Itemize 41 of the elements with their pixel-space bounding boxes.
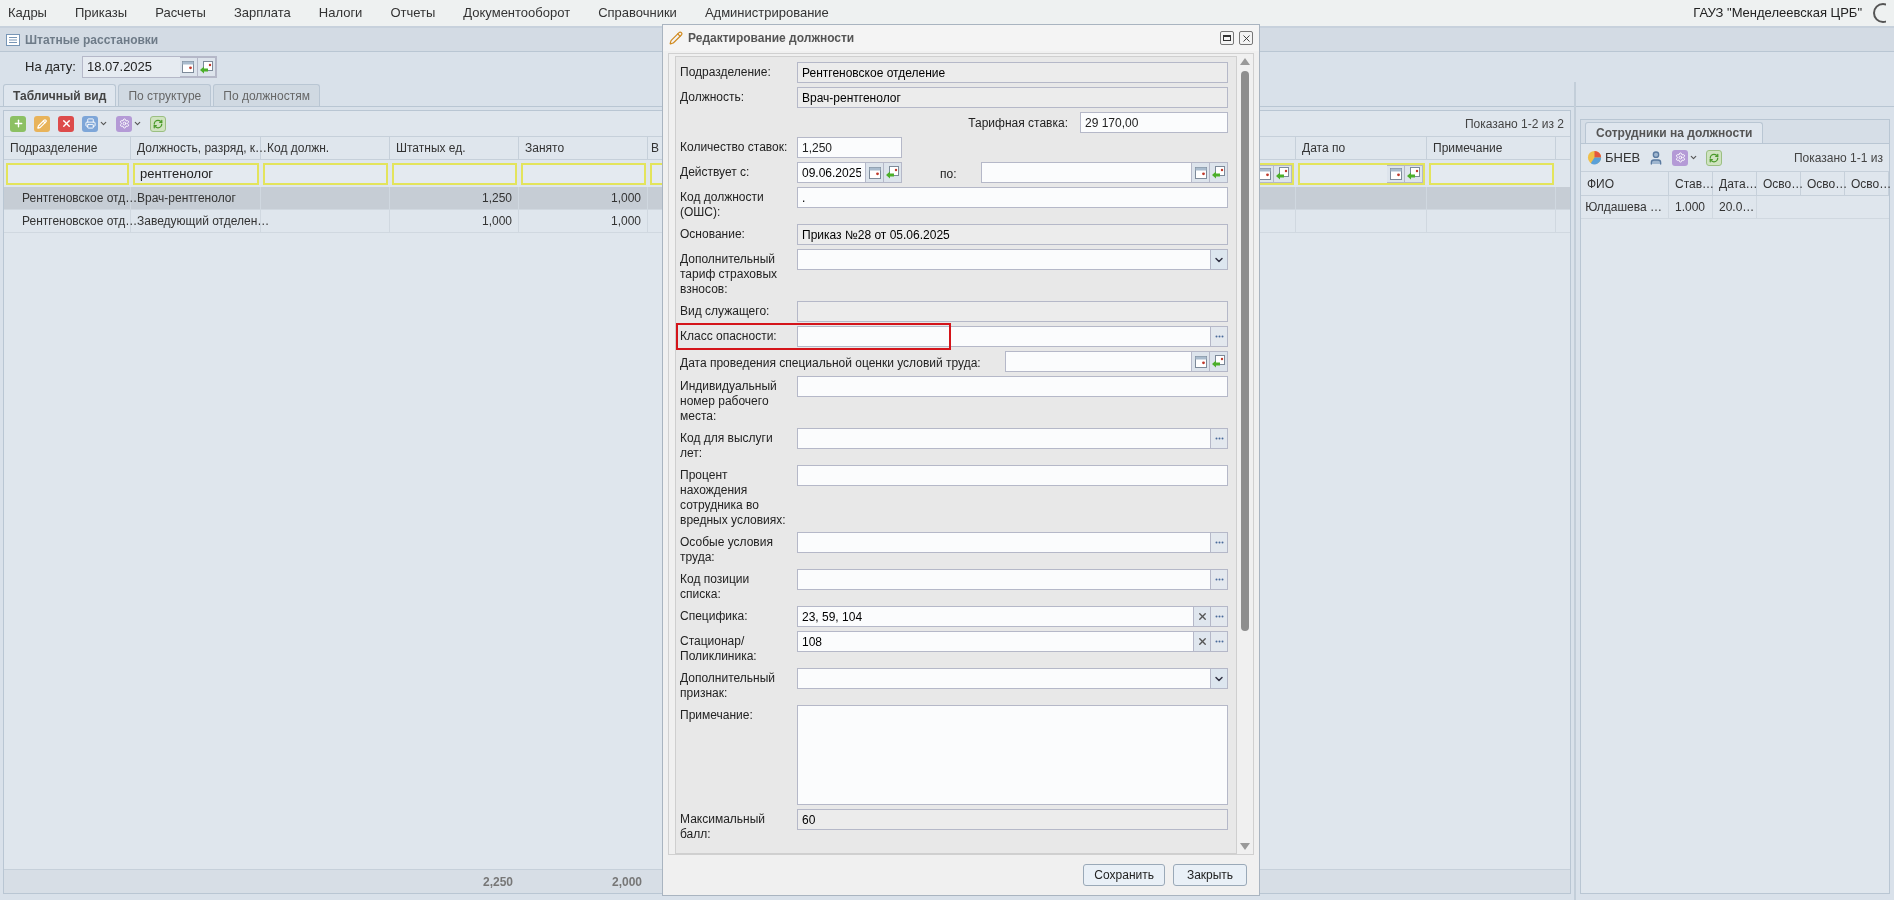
field-label: Индивидуальный номер рабочего места: [680,378,778,424]
table-cell-text: 1,000 [610,190,641,207]
field-label: Максимальный балл: [680,811,767,842]
field-label: Подразделение: [680,64,772,80]
field-label: Тарифная ставка: [968,114,1068,132]
field-label: Специфика: [680,608,749,624]
table-cell-text: 1.000 [1675,199,1706,216]
paging-info: Показано 1-2 из 2 [1464,115,1564,133]
table-cell-text: Рентгеновское отд… [21,190,138,207]
field-label: Дополнительный признак: [680,670,777,701]
table-cell-text: Врач-рентгенолог [137,190,236,207]
field-label: Код позиции списка: [680,571,751,602]
dialog-title: Редактирование должности [688,30,855,47]
field-label: Вид служащего: [680,303,771,319]
table-cell-text: Юлдашева … [1585,199,1662,216]
field-label: Класс опасности: [680,328,778,344]
total-value: 2,000 [611,873,642,891]
table-cell-text: 1,250 [481,190,512,207]
date-label: На дату: [25,58,76,77]
field-label: Дата проведения специальной оценки условий труда: [680,355,982,372]
field-label: Действует с: [680,164,751,180]
field-label: Должность: [680,89,746,105]
table-cell-text: 1,000 [610,213,641,230]
field-label: по: [940,166,957,183]
field-label: Дополнительный тариф страховых взносов: [680,251,778,297]
field-label: Количество ставок: [680,139,789,155]
field-label: Процент нахождения сотрудника во вредных условиях: [680,467,787,528]
panel-title: Штатные расстановки [25,31,159,49]
field-label: Стационар/ Поликлиника: [680,633,758,664]
table-cell-text: Рентгеновское отд… [21,213,138,230]
field-label: Код для выслуги лет: [680,430,774,461]
table-cell-text: 20.0… [1719,199,1755,216]
field-label: Основание: [680,226,746,242]
field-label: Код должности (ОШС): [680,189,765,220]
total-value: 2,250 [482,873,513,891]
table-cell-text: 1,000 [481,213,512,230]
field-label: Особые условия труда: [680,534,774,565]
table-cell-text: Заведующий отделен… [137,213,270,230]
organization-name: ГАУЗ "Менделеевская ЦРБ" [1693,4,1862,23]
paging-info: Показано 1-1 из [1793,149,1883,167]
field-label: Примечание: [680,707,754,723]
